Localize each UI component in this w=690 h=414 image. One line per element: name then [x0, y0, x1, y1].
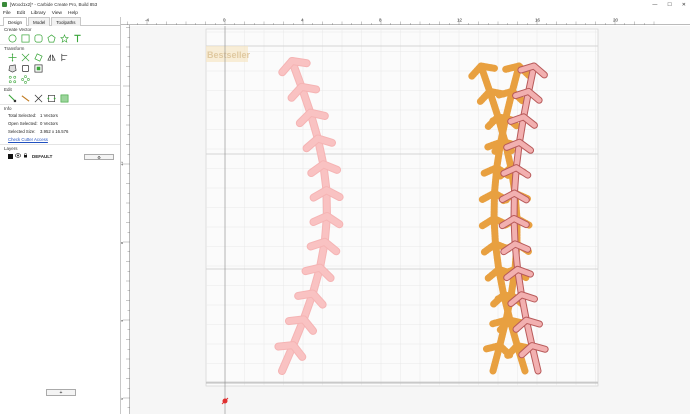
ruler-label: 20 — [613, 18, 619, 23]
window-title: [Wood1x2]* - Carbide Create Pro, Build 8… — [10, 2, 98, 7]
minimize-button[interactable]: — — [652, 2, 657, 8]
weld-icon[interactable] — [21, 64, 30, 73]
info-title: Info — [4, 106, 12, 111]
check-cutter-access-link[interactable]: Check Cutter Access — [0, 136, 120, 144]
ruler-label: -4 — [145, 18, 149, 23]
transform-title: Transform — [4, 46, 25, 51]
menu-file[interactable]: File — [3, 11, 11, 16]
tab-design[interactable]: Design — [3, 17, 28, 26]
layer-default-row[interactable]: DEFAULT ⚙ — [0, 152, 120, 161]
transform-tools-row2 — [0, 63, 120, 74]
layer-color-swatch[interactable] — [8, 154, 13, 159]
boolean-icon[interactable] — [60, 94, 69, 103]
circular-array-icon[interactable] — [21, 75, 30, 84]
eye-icon[interactable] — [15, 153, 21, 160]
menu-view[interactable]: View — [52, 11, 62, 16]
node-edit-icon[interactable] — [8, 94, 17, 103]
horizontal-ruler: -4 0 4 8 12 16 20 — [121, 17, 690, 25]
open-selected-row: Open Selected: 0 Vectors — [0, 120, 120, 128]
menu-edit[interactable]: Edit — [17, 11, 25, 16]
ruler-label: 8 — [121, 241, 124, 244]
edit-tools — [0, 93, 120, 104]
canvas-drawing[interactable]: Bestseller — [130, 26, 690, 414]
window-controls: — ☐ ✕ — [652, 0, 686, 9]
tab-toolpaths[interactable]: Toolpaths — [51, 17, 81, 26]
move-icon[interactable] — [8, 53, 17, 62]
vertical-ruler: 12 8 4 0 — [119, 25, 130, 414]
design-canvas[interactable]: Bestseller — [130, 26, 690, 414]
selected-size-value: 3.952 x 16.576 — [40, 129, 69, 134]
bounding-box-icon[interactable] — [47, 94, 56, 103]
watermark-text: Bestseller — [207, 50, 251, 60]
ruler-label: 0 — [121, 397, 124, 400]
create-vector-title: Create Vector — [4, 27, 32, 32]
layers-title: Layers — [4, 146, 18, 151]
origin-marker-icon — [221, 397, 229, 405]
total-selected-label: Total Selected: — [8, 113, 37, 118]
total-selected-value: 1 Vectors — [40, 113, 58, 118]
menu-library[interactable]: Library — [31, 11, 46, 16]
open-selected-value: 0 Vectors — [40, 121, 58, 126]
offset-icon[interactable] — [8, 64, 17, 73]
trim-icon[interactable] — [21, 94, 30, 103]
mirror-icon[interactable] — [47, 53, 56, 62]
add-layer-button[interactable]: + — [46, 389, 76, 396]
transform-section: Transform — [0, 45, 120, 86]
transform-tools-row1 — [0, 52, 120, 63]
array-icon[interactable] — [8, 75, 17, 84]
maximize-button[interactable]: ☐ — [667, 2, 671, 8]
create-vector-tools — [0, 33, 120, 44]
ruler-label: 12 — [457, 18, 463, 23]
align-icon[interactable] — [60, 53, 69, 62]
title-bar: [Wood1x2]* - Carbide Create Pro, Build 8… — [0, 0, 690, 9]
total-selected-row: Total Selected: 1 Vectors — [0, 112, 120, 120]
polygon-icon[interactable] — [47, 34, 56, 43]
ruler-label: 0 — [223, 18, 226, 23]
panel-tabs: Design Model Toolpaths — [0, 17, 120, 26]
ruler-label: 8 — [379, 18, 382, 23]
design-panel: Design Model Toolpaths Create Vector Tra… — [0, 17, 121, 414]
subtract-icon[interactable] — [34, 64, 43, 73]
ruler-label: 4 — [121, 319, 124, 322]
selected-size-label: Selected Size: — [8, 129, 36, 134]
ruler-label: 12 — [121, 161, 124, 166]
text-icon[interactable] — [73, 34, 82, 43]
rectangle-icon[interactable] — [21, 34, 30, 43]
layer-name: DEFAULT — [32, 154, 53, 159]
app-logo-icon — [2, 2, 7, 7]
rounded-rectangle-icon[interactable] — [34, 34, 43, 43]
transform-tools-row3 — [0, 74, 120, 85]
star-icon[interactable] — [60, 34, 69, 43]
edit-title: Edit — [4, 87, 12, 92]
gear-icon: ⚙ — [97, 154, 101, 160]
layers-section: Layers DEFAULT ⚙ — [0, 145, 120, 161]
rotate-icon[interactable] — [34, 53, 43, 62]
horizontal-ruler-ticks: -4 0 4 8 12 16 20 — [127, 18, 655, 25]
selected-size-row: Selected Size: 3.952 x 16.576 — [0, 128, 120, 136]
info-section: Info Total Selected: 1 Vectors Open Sele… — [0, 105, 120, 145]
open-selected-label: Open Selected: — [8, 121, 38, 126]
scale-icon[interactable] — [21, 53, 30, 62]
close-button[interactable]: ✕ — [682, 2, 686, 8]
ruler-label: 16 — [535, 18, 541, 23]
lock-icon[interactable] — [23, 153, 28, 160]
ruler-label: 4 — [301, 18, 304, 23]
join-icon[interactable] — [34, 94, 43, 103]
vertical-ruler-ticks: 12 8 4 0 — [119, 27, 130, 408]
layer-settings-button[interactable]: ⚙ — [84, 153, 114, 160]
create-vector-section: Create Vector — [0, 26, 120, 45]
menu-bar: File Edit Library View Help — [0, 9, 690, 17]
tab-model[interactable]: Model — [28, 17, 51, 26]
edit-section: Edit — [0, 86, 120, 105]
menu-help[interactable]: Help — [68, 11, 78, 16]
circle-icon[interactable] — [8, 34, 17, 43]
